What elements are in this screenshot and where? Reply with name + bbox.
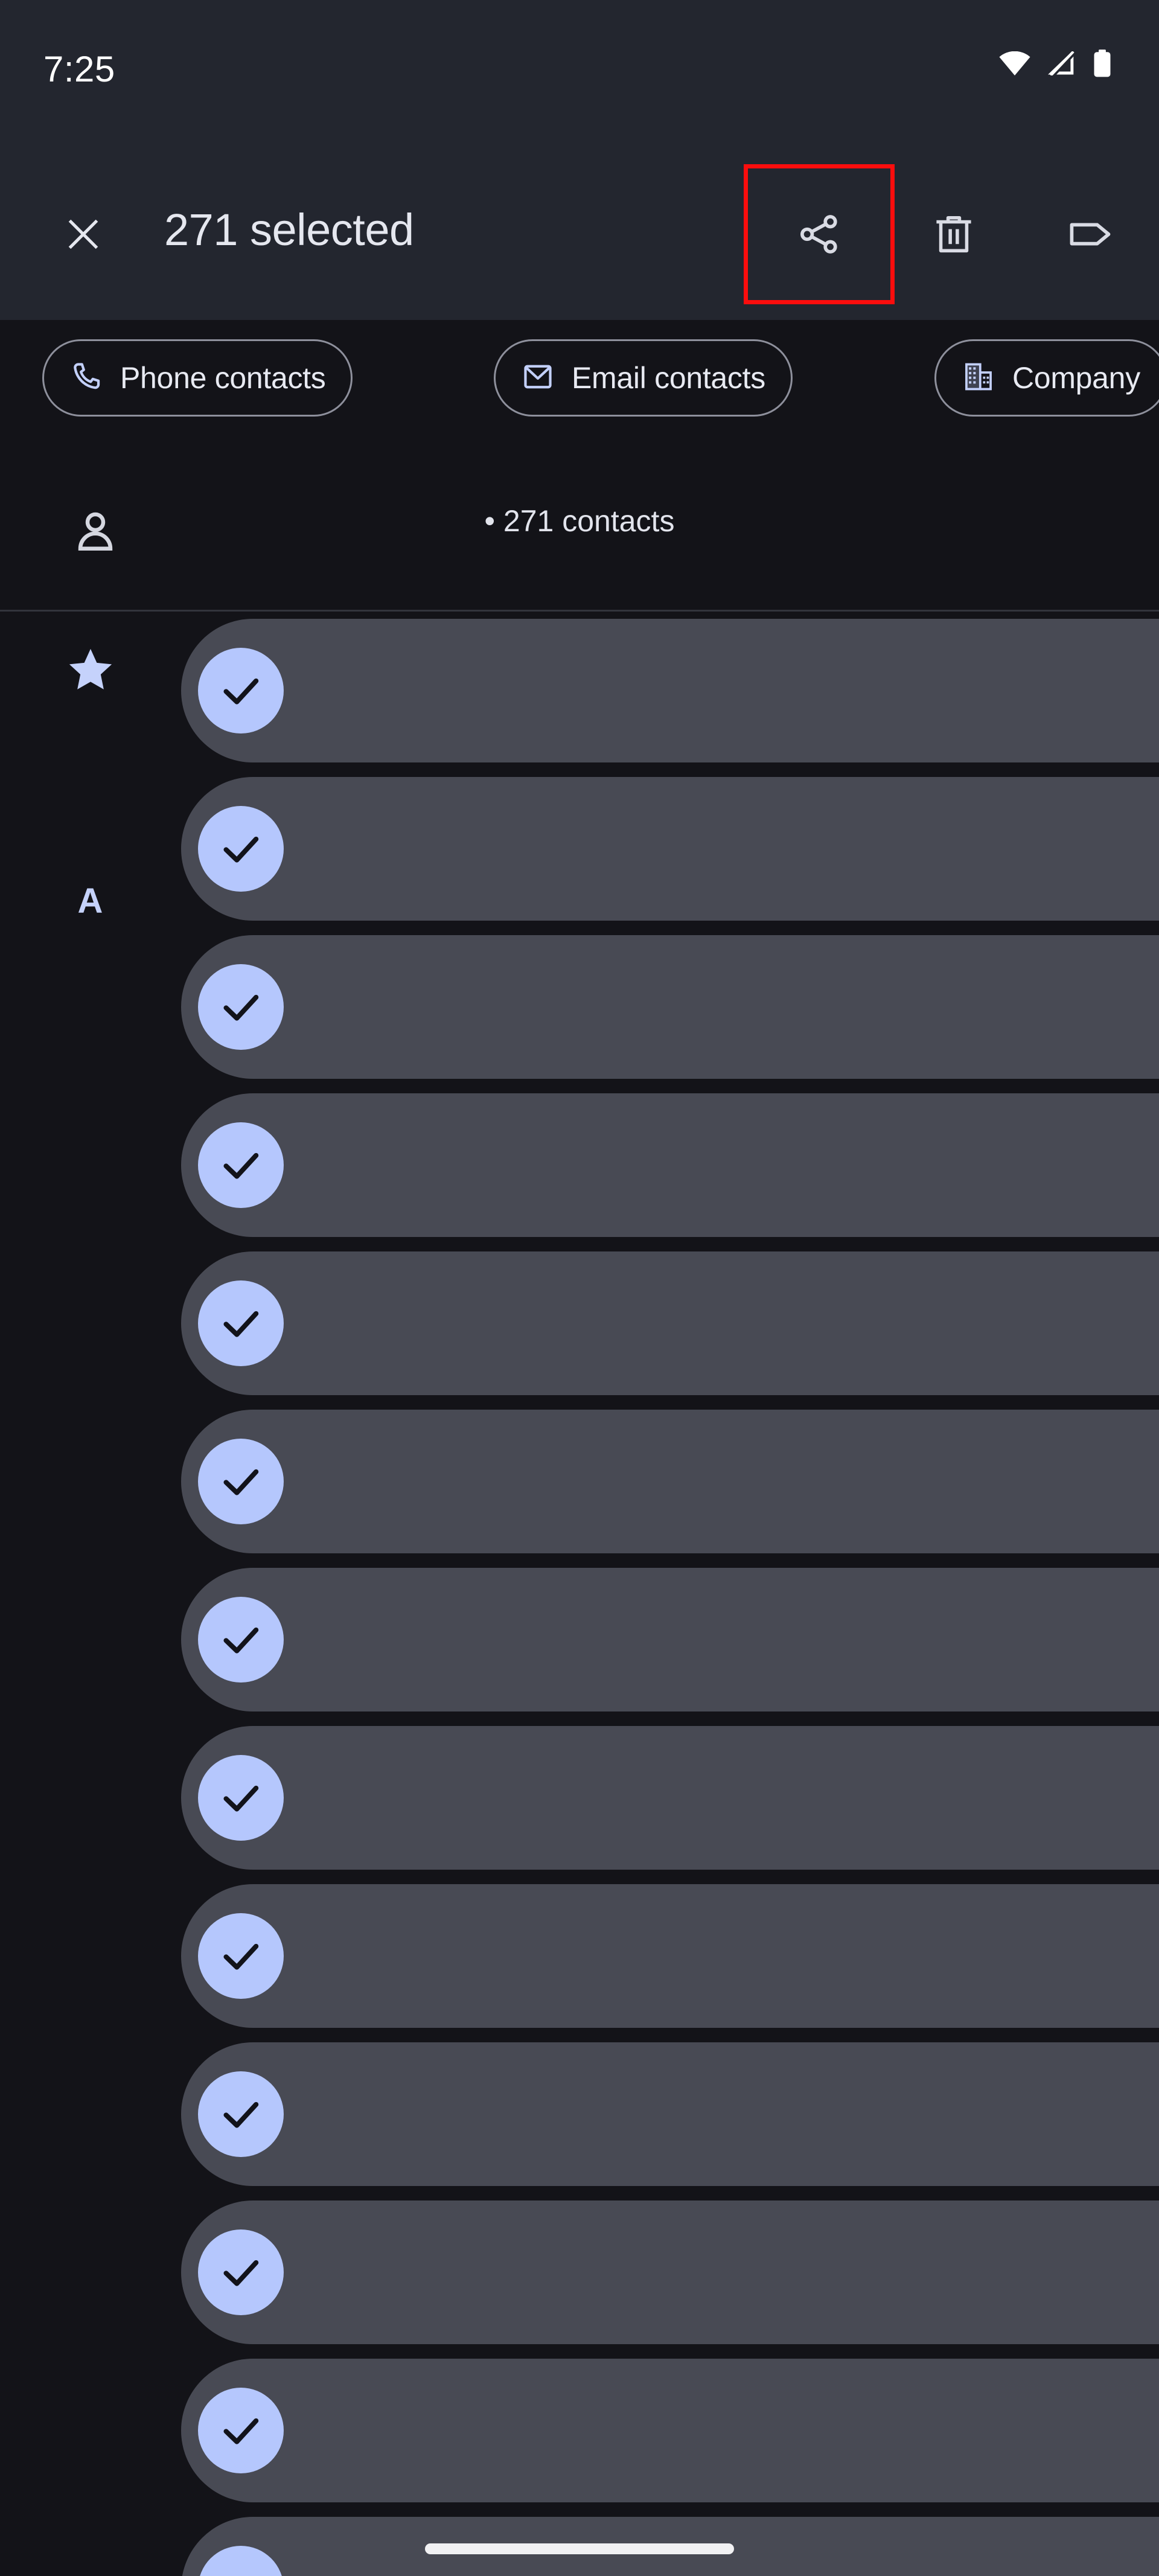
table-row[interactable] bbox=[181, 1251, 1159, 1395]
contact-list[interactable]: A bbox=[0, 612, 1159, 2576]
selection-app-bar: 271 selected bbox=[0, 151, 1159, 320]
trash-icon bbox=[930, 211, 977, 261]
label-tag-icon bbox=[1067, 211, 1114, 261]
row-checkbox[interactable] bbox=[198, 1280, 284, 1366]
close-icon bbox=[62, 213, 105, 259]
share-icon bbox=[795, 211, 842, 261]
row-checkbox[interactable] bbox=[198, 648, 284, 733]
mobile-signal-off-icon bbox=[1047, 51, 1077, 75]
wifi-icon bbox=[998, 51, 1031, 75]
battery-full-icon bbox=[1093, 50, 1112, 77]
table-row[interactable] bbox=[181, 2200, 1159, 2344]
row-checkbox[interactable] bbox=[198, 806, 284, 892]
table-row[interactable] bbox=[181, 935, 1159, 1079]
row-checkbox[interactable] bbox=[198, 2388, 284, 2473]
chip-company-label: Company bbox=[1012, 361, 1140, 395]
table-row[interactable] bbox=[181, 777, 1159, 921]
delete-button[interactable] bbox=[919, 200, 989, 270]
chip-email-contacts-label: Email contacts bbox=[572, 361, 765, 395]
status-icon-group bbox=[998, 50, 1112, 77]
status-bar: 7:25 bbox=[0, 0, 1159, 151]
phone-icon bbox=[69, 360, 103, 397]
chip-phone-contacts-label: Phone contacts bbox=[120, 361, 326, 395]
phone-screen: 7:25 271 selected Phone contacts Email c… bbox=[0, 0, 1159, 2576]
table-row[interactable] bbox=[181, 1726, 1159, 1870]
chip-phone-contacts[interactable]: Phone contacts bbox=[42, 339, 353, 417]
row-checkbox[interactable] bbox=[198, 2071, 284, 2157]
filter-chip-row[interactable]: Phone contacts Email contacts Company bbox=[0, 320, 1159, 441]
contacts-count-label: • 271 contacts bbox=[484, 504, 675, 538]
table-row[interactable] bbox=[181, 2042, 1159, 2186]
row-checkbox[interactable] bbox=[198, 964, 284, 1050]
table-row[interactable] bbox=[181, 1410, 1159, 1553]
table-row[interactable] bbox=[181, 1568, 1159, 1711]
star-icon bbox=[65, 644, 117, 699]
chip-email-contacts[interactable]: Email contacts bbox=[494, 339, 793, 417]
close-selection-button[interactable] bbox=[48, 200, 118, 270]
page-title: 271 selected bbox=[164, 205, 414, 255]
row-checkbox[interactable] bbox=[198, 1439, 284, 1524]
row-checkbox[interactable] bbox=[198, 2229, 284, 2315]
row-checkbox[interactable] bbox=[198, 2546, 284, 2576]
section-header-favorites bbox=[0, 632, 181, 711]
table-row[interactable] bbox=[181, 1884, 1159, 2028]
chip-company[interactable]: Company bbox=[934, 339, 1159, 417]
section-header-a: A bbox=[77, 881, 104, 921]
table-row[interactable] bbox=[181, 619, 1159, 762]
row-checkbox[interactable] bbox=[198, 1913, 284, 1999]
row-checkbox[interactable] bbox=[198, 1597, 284, 1683]
contacts-count-row: • 271 contacts bbox=[0, 454, 1159, 611]
building-icon bbox=[962, 360, 995, 397]
envelope-icon bbox=[521, 360, 555, 397]
home-indicator-bar[interactable] bbox=[425, 2543, 734, 2554]
table-row[interactable] bbox=[181, 1093, 1159, 1237]
row-checkbox[interactable] bbox=[198, 1122, 284, 1208]
share-button[interactable] bbox=[784, 200, 854, 270]
label-button[interactable] bbox=[1055, 200, 1125, 270]
status-time: 7:25 bbox=[43, 49, 115, 89]
row-checkbox[interactable] bbox=[198, 1755, 284, 1841]
table-row[interactable] bbox=[181, 2359, 1159, 2502]
